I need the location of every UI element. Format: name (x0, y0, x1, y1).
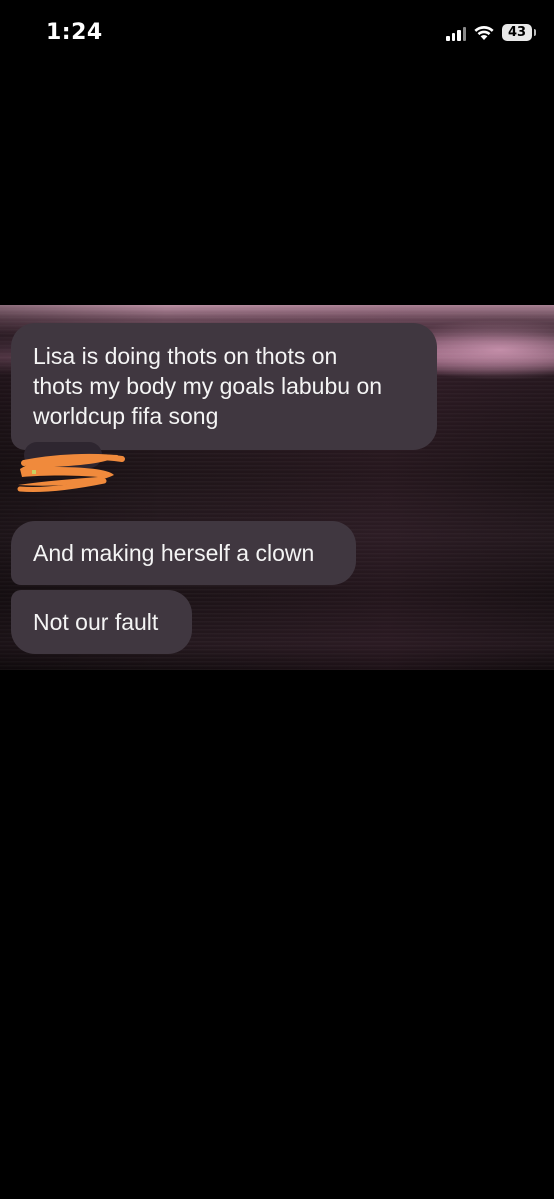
message-bubble[interactable]: Not our fault (11, 590, 192, 654)
message-bubble[interactable]: And making herself a clown (11, 521, 356, 585)
signal-icon (446, 25, 466, 41)
status-indicators: 43 (446, 24, 536, 41)
battery-icon: 43 (502, 24, 536, 41)
status-bar: 1:24 43 (0, 0, 554, 70)
redaction-scribble (14, 445, 126, 497)
battery-level: 43 (507, 25, 527, 40)
status-time: 1:24 (46, 20, 103, 45)
chat-screenshot: Lisa is doing thots on thots on thots my… (0, 305, 554, 670)
message-bubble[interactable]: Lisa is doing thots on thots on thots my… (11, 323, 437, 450)
wifi-icon (473, 25, 495, 41)
